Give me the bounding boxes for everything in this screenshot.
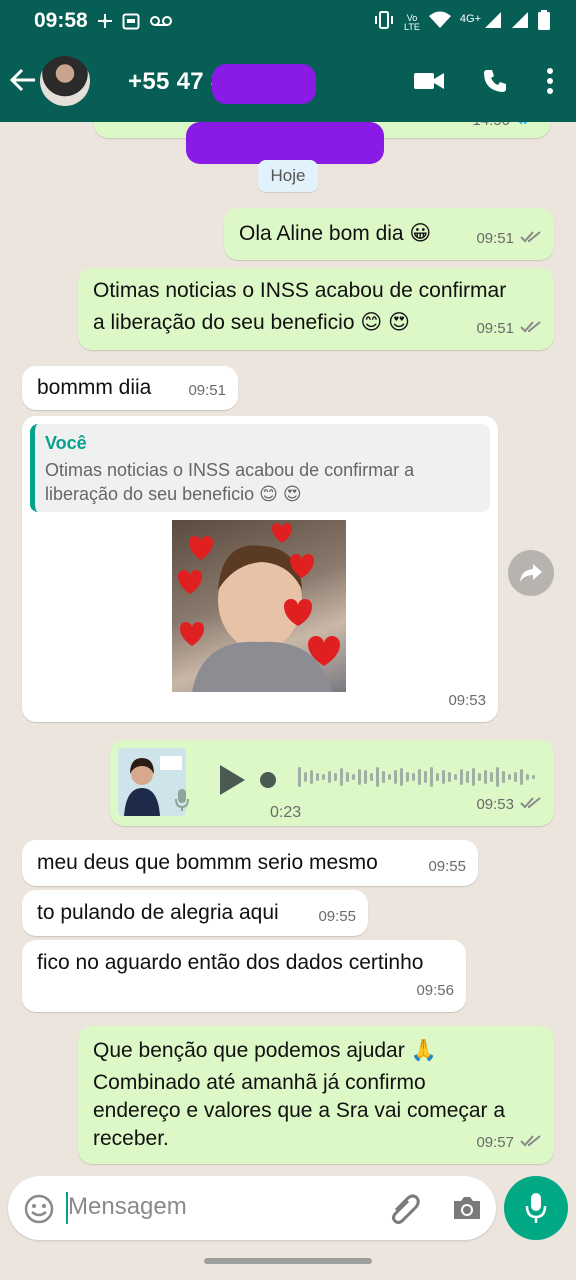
message-bubble[interactable]: Otimas noticias o INSS acabou de confirm… <box>78 268 554 350</box>
message-text-line: Combinado até amanhã já confirmo <box>93 1071 426 1094</box>
double-check-icon <box>520 224 542 254</box>
message-time: 09:53 <box>448 692 486 709</box>
avatar[interactable] <box>40 56 90 106</box>
message-time: 09:55 <box>318 908 356 925</box>
sticker-image[interactable] <box>172 520 346 692</box>
message-bubble-reply[interactable]: Você Otimas noticias o INSS acabou de co… <box>22 416 498 722</box>
message-time: 09:51 <box>476 230 514 247</box>
message-time: 09:51 <box>476 320 514 337</box>
status-bar: 09:58 Vo LTE 4G+ <box>0 0 576 44</box>
chat-area[interactable]: 14:50 Hoje Ola Aline bom dia 😀 09:51 Oti… <box>0 122 576 1172</box>
date-chip: Hoje <box>258 160 318 192</box>
forward-icon <box>519 562 543 589</box>
redaction-mark <box>212 64 316 104</box>
forward-button[interactable] <box>508 550 554 596</box>
message-time: 09:51 <box>188 382 226 399</box>
message-time: 09:57 <box>476 1134 514 1151</box>
voice-call-icon[interactable] <box>482 68 508 99</box>
double-check-icon <box>520 1128 542 1158</box>
message-text-line: Que benção que podemos ajudar 🙏 <box>93 1039 437 1062</box>
video-call-icon[interactable] <box>414 70 444 97</box>
redaction-mark <box>186 122 384 164</box>
double-check-icon <box>520 790 542 820</box>
status-time: 09:58 <box>34 9 88 32</box>
contact-phone[interactable]: +55 47 8 <box>128 68 225 96</box>
volte-icon: Vo LTE <box>404 12 420 32</box>
more-options-icon[interactable] <box>546 68 554 99</box>
play-icon[interactable] <box>218 764 246 805</box>
message-bubble[interactable]: to pulando de alegria aqui 09:55 <box>22 890 368 936</box>
message-text-line: Otimas noticias o INSS acabou de confirm… <box>93 279 507 302</box>
message-text: fico no aguardo então dos dados certinho <box>37 951 424 974</box>
message-input[interactable]: Mensagem <box>68 1193 187 1221</box>
message-text-line: endereço e valores que a Sra vai começar… <box>93 1099 506 1122</box>
message-time: 09:55 <box>428 858 466 875</box>
signal-icon-2 <box>511 11 529 34</box>
vibrate-icon <box>373 10 395 35</box>
message-bubble[interactable]: meu deus que bommm serio mesmo 09:55 <box>22 840 478 886</box>
voice-record-button[interactable] <box>504 1176 568 1240</box>
quote-text-line: Otimas noticias o INSS acabou de confirm… <box>45 460 415 480</box>
audio-seek-handle[interactable] <box>260 772 276 788</box>
audio-duration: 0:23 <box>270 804 302 821</box>
message-text: Ola Aline bom dia 😀 <box>239 222 432 245</box>
battery-icon <box>538 10 550 35</box>
chat-header: +55 47 8 <box>0 44 576 122</box>
message-text: meu deus que bommm serio mesmo <box>37 851 378 874</box>
message-time: 09:56 <box>416 982 454 999</box>
double-check-icon <box>520 314 542 344</box>
quote-author: Você <box>45 433 87 453</box>
message-bubble[interactable]: Ola Aline bom dia 😀 09:51 <box>224 208 554 260</box>
double-check-icon <box>516 122 538 136</box>
message-time: 14:50 <box>472 122 510 136</box>
message-text-line: a liberação do seu beneficio 😊 😍 <box>93 311 410 334</box>
signal-icon <box>484 11 502 34</box>
network-type: 4G+ <box>459 12 481 25</box>
message-bubble[interactable]: fico no aguardo então dos dados certinho… <box>22 940 466 1012</box>
message-time: 09:53 <box>476 796 514 813</box>
emoji-icon[interactable] <box>24 1194 54 1229</box>
quote-text-line: liberação do seu beneficio 😊 😍 <box>45 484 302 504</box>
message-bubble[interactable]: bommm diia 09:51 <box>22 366 238 410</box>
camera-icon[interactable] <box>452 1195 482 1226</box>
audio-waveform[interactable] <box>298 762 535 792</box>
wifi-icon <box>428 11 451 34</box>
message-text: to pulando de alegria aqui <box>37 901 279 924</box>
voicemail-icon <box>150 14 172 33</box>
audio-message[interactable]: 0:23 09:53 <box>110 740 554 826</box>
quoted-message[interactable]: Você Otimas noticias o INSS acabou de co… <box>30 424 490 512</box>
calendar-icon <box>122 12 140 35</box>
attach-icon[interactable] <box>388 1192 422 1231</box>
message-text: bommm diia <box>37 376 152 399</box>
fan-icon <box>98 14 112 33</box>
message-input-bar[interactable]: Mensagem <box>8 1176 496 1240</box>
message-text-line: receber. <box>93 1127 169 1150</box>
back-arrow-icon[interactable] <box>9 68 36 97</box>
gesture-nav-bar[interactable] <box>204 1258 372 1264</box>
message-bubble[interactable]: Que benção que podemos ajudar 🙏 Combinad… <box>78 1026 554 1164</box>
microphone-icon <box>525 1192 547 1229</box>
microphone-icon <box>174 788 190 821</box>
